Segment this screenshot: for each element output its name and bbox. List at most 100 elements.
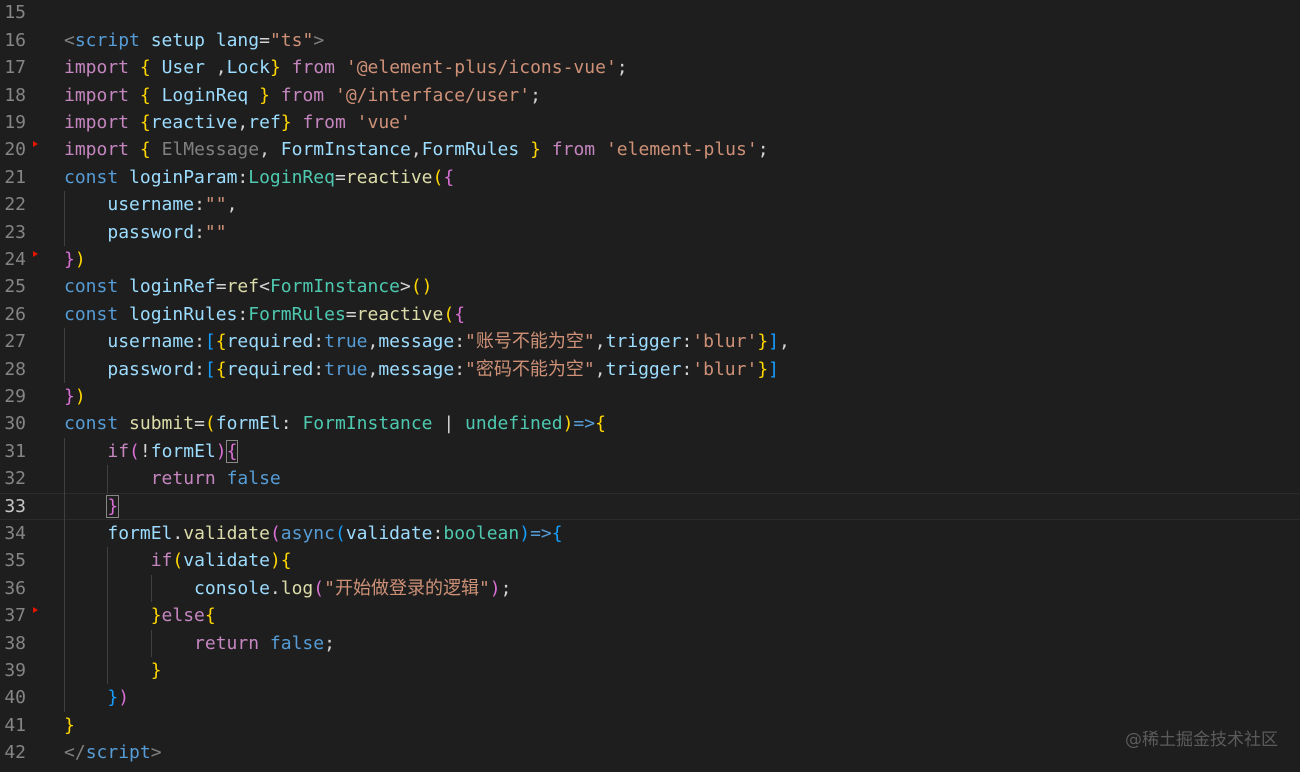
code-token: ( <box>129 440 140 462</box>
gutter-marker-icon[interactable] <box>33 251 38 257</box>
code-token: ElMessage <box>161 139 260 161</box>
code-text[interactable]: import { User ,Lock} from '@element-plus… <box>64 54 628 81</box>
code-editor[interactable]: 15 16 <script setup lang="ts"> 17 import { U… <box>0 0 1300 772</box>
line-number: 36 <box>4 577 26 599</box>
code-text[interactable]: return false; <box>64 630 335 657</box>
code-text[interactable]: password:"" <box>64 219 226 246</box>
code-text[interactable]: }) <box>64 383 86 410</box>
code-token: "密码不能为空" <box>465 358 595 380</box>
code-text[interactable]: }) <box>64 684 129 711</box>
code-line[interactable]: 34 formEl.validate(async(validate:boolea… <box>0 520 1300 547</box>
code-line[interactable]: 16 <script setup lang="ts"> <box>0 27 1300 54</box>
line-number: 24 <box>4 249 26 270</box>
code-line[interactable]: 30 const submit=(formEl: FormInstance | u… <box>0 410 1300 437</box>
code-text[interactable]: const submit=(formEl: FormInstance | und… <box>64 410 606 437</box>
code-token: User <box>161 57 205 79</box>
code-line[interactable]: 26 const loginRules:FormRules=reactive({ <box>0 301 1300 328</box>
code-text[interactable]: </script> <box>64 739 162 766</box>
code-text[interactable]: formEl.validate(async(validate:boolean)=… <box>64 520 562 547</box>
code-text[interactable]: const loginParam:LoginReq=reactive({ <box>64 164 454 191</box>
code-token: ) <box>215 440 227 462</box>
code-token: : <box>237 303 249 325</box>
code-token: script <box>74 29 140 51</box>
code-text[interactable]: console.log("开始做登录的逻辑"); <box>64 575 511 602</box>
code-line[interactable]: 38 return false; <box>0 630 1300 657</box>
code-line[interactable]: 40 }) <box>0 684 1300 711</box>
code-token: = <box>215 276 227 298</box>
code-line[interactable]: 28 password:[{required:true,message:"密码不… <box>0 356 1300 383</box>
code-token: "" <box>204 194 227 216</box>
code-line[interactable]: 25 const loginRef=ref<FormInstance>() <box>0 273 1300 300</box>
code-line[interactable]: 21 const loginParam:LoginReq=reactive({ <box>0 164 1300 191</box>
line-number: 15 <box>4 2 26 24</box>
code-token: } <box>64 249 75 270</box>
code-line[interactable]: 19 import {reactive,ref} from 'vue' <box>0 109 1300 136</box>
code-line[interactable]: 33 } <box>0 492 1300 520</box>
code-token: lang <box>215 29 260 51</box>
code-token: } <box>150 605 162 627</box>
code-text[interactable]: <script setup lang="ts"> <box>64 27 324 54</box>
code-line[interactable]: 39 } <box>0 657 1300 684</box>
code-text[interactable]: if(validate){ <box>64 547 292 574</box>
code-token: true <box>324 358 368 380</box>
code-text[interactable]: password:[{required:true,message:"密码不能为空… <box>64 356 779 383</box>
code-text[interactable]: const loginRef=ref<FormInstance>() <box>64 273 433 300</box>
code-token: } <box>107 687 119 709</box>
gutter-marker-icon[interactable] <box>33 141 38 148</box>
code-token: password <box>107 221 195 243</box>
code-token: validate <box>345 523 433 544</box>
code-text[interactable]: }else{ <box>64 602 216 629</box>
code-token: : <box>454 331 466 353</box>
indent-guide <box>64 328 65 383</box>
code-token: if <box>150 550 173 572</box>
code-line[interactable]: 27 username:[{required:true,message:"账号不… <box>0 328 1300 355</box>
code-text[interactable]: } <box>64 493 120 520</box>
code-line[interactable]: 18 import { LoginReq } from '@/interface/… <box>0 82 1300 109</box>
code-token: formEl <box>215 413 281 435</box>
code-token: ; <box>530 84 541 106</box>
code-line[interactable]: 15 <box>0 0 1300 27</box>
code-line[interactable]: 41} <box>0 712 1300 739</box>
gutter-marker-icon[interactable] <box>33 607 38 614</box>
code-token: : <box>194 331 205 353</box>
code-text[interactable]: import { ElMessage, FormInstance,FormRul… <box>64 136 769 163</box>
code-text[interactable]: return false <box>64 465 281 492</box>
code-token: FormRules <box>248 303 346 325</box>
code-line[interactable]: 32 return false <box>0 465 1300 492</box>
code-text[interactable]: } <box>64 657 162 684</box>
code-line[interactable]: 37 }else{ <box>0 602 1300 629</box>
code-text[interactable]: username:[{required:true,message:"账号不能为空… <box>64 328 789 355</box>
code-token: { <box>280 550 292 572</box>
code-line[interactable]: 22 username:"", <box>0 191 1300 218</box>
code-text[interactable]: import { LoginReq } from '@/interface/us… <box>64 82 541 109</box>
code-text[interactable]: }) <box>64 246 86 273</box>
code-line[interactable]: 29}) <box>0 383 1300 410</box>
code-line[interactable]: 17 import { User ,Lock} from '@element-pl… <box>0 54 1300 81</box>
code-line[interactable]: 36 console.log("开始做登录的逻辑"); <box>0 575 1300 602</box>
code-token: { <box>215 331 227 353</box>
code-text[interactable]: username:"", <box>64 191 237 218</box>
code-token: username <box>107 194 195 216</box>
code-token: required <box>226 331 314 353</box>
code-line[interactable]: 31 if(!formEl){ <box>0 438 1300 465</box>
code-text[interactable]: } <box>64 712 75 739</box>
code-line[interactable]: 24}) <box>0 246 1300 273</box>
code-line[interactable]: 23 password:"" <box>0 219 1300 246</box>
code-token: ) <box>269 550 281 572</box>
code-token: : <box>237 166 249 188</box>
code-line[interactable]: 20 import { ElMessage, FormInstance,FormR… <box>0 136 1300 163</box>
code-text[interactable]: const loginRules:FormRules=reactive({ <box>64 301 465 328</box>
code-token: ; <box>324 632 335 654</box>
code-line[interactable]: 42 </script> <box>0 739 1300 766</box>
code-text[interactable]: import {reactive,ref} from 'vue' <box>64 109 411 136</box>
indent-guide <box>64 437 65 712</box>
code-token: ; <box>500 577 512 599</box>
code-line[interactable]: 35 if(validate){ <box>0 547 1300 574</box>
code-token: FormInstance <box>269 276 400 298</box>
code-token: const <box>64 303 119 325</box>
code-text[interactable]: if(!formEl){ <box>64 438 239 465</box>
